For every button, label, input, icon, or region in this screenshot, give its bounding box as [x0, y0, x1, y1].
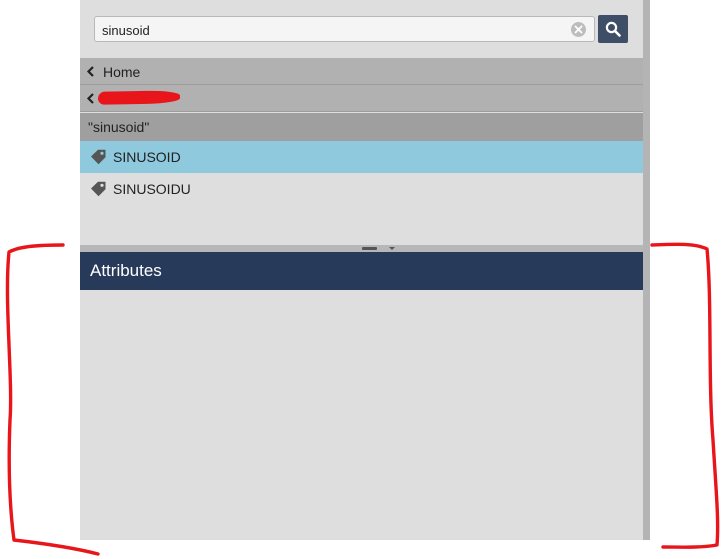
result-item-sinusoidu[interactable]: SINUSOIDU [80, 173, 643, 205]
search-panel: Home "sinusoid" SINUSOID SINUSOIDU [80, 0, 643, 540]
chevron-left-icon [86, 93, 94, 104]
search-query-label: "sinusoid" [88, 119, 150, 135]
panel-splitter[interactable] [80, 245, 643, 252]
result-item-sinusoid[interactable]: SINUSOID [80, 141, 643, 173]
result-label: SINUSOID [113, 149, 181, 165]
redaction-mark [97, 90, 181, 105]
breadcrumb-home[interactable]: Home [80, 58, 643, 85]
search-bar [80, 0, 643, 58]
attributes-body [80, 290, 643, 540]
search-input[interactable] [102, 21, 562, 39]
clear-icon [574, 25, 583, 34]
tag-icon [91, 149, 106, 165]
clear-search-button[interactable] [571, 22, 586, 37]
attributes-header: Attributes [80, 252, 643, 290]
search-query-row: "sinusoid" [80, 113, 643, 141]
app-window: Home "sinusoid" SINUSOID SINUSOIDU [0, 0, 722, 559]
tag-icon [91, 181, 106, 197]
search-button[interactable] [598, 15, 628, 43]
search-icon [605, 21, 621, 37]
result-label: SINUSOIDU [113, 181, 191, 197]
breadcrumb-redacted[interactable] [80, 85, 643, 112]
search-box [94, 16, 595, 42]
drag-handle-icon [362, 247, 377, 250]
chevron-left-icon [86, 66, 94, 77]
caret-down-icon [389, 247, 395, 250]
vertical-scrollbar[interactable] [643, 0, 650, 540]
breadcrumb-home-label: Home [103, 64, 141, 80]
attributes-title: Attributes [90, 261, 162, 280]
